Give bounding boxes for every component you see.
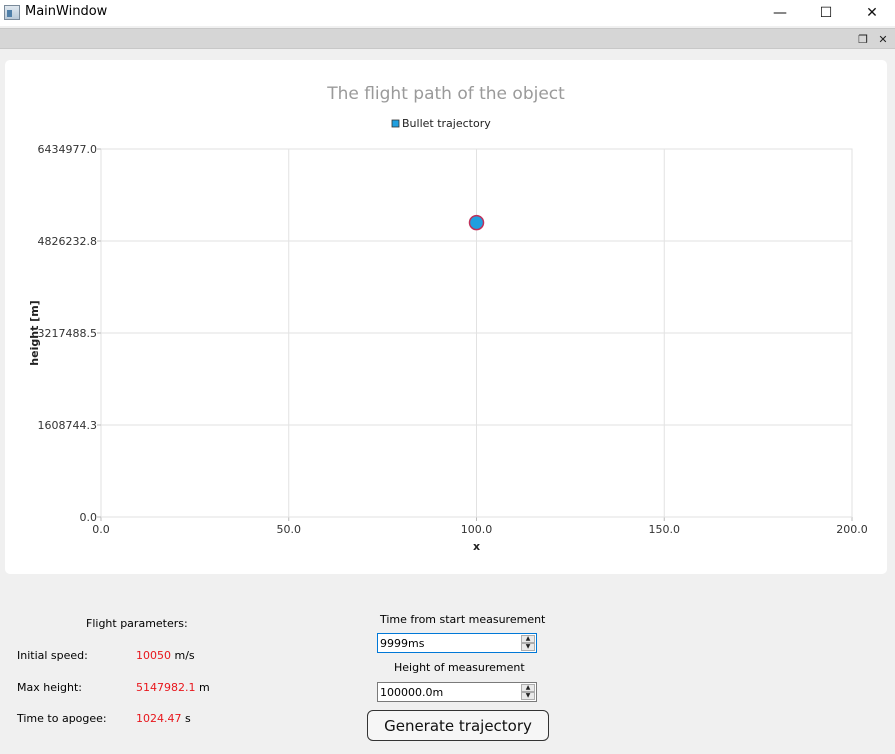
time-to-apogee-label: Time to apogee: — [17, 712, 107, 725]
max-height-value: 5147982.1 m — [136, 681, 210, 694]
initial-speed-unit: m/s — [174, 649, 195, 662]
time-to-apogee-unit: s — [185, 712, 191, 725]
data-point — [468, 214, 485, 231]
time-label: Time from start measurement — [380, 613, 546, 626]
time-down-arrow-icon[interactable]: ▼ — [521, 643, 535, 651]
x-tick-label: 100.0 — [461, 523, 493, 536]
legend-entry: Bullet trajectory — [402, 117, 491, 130]
legend-marker — [391, 119, 400, 128]
x-tick-label: 50.0 — [277, 523, 302, 536]
dock-title-bar: ❐ ✕ — [0, 28, 895, 49]
chart-panel: The flight path of the object Bullet traj… — [5, 60, 887, 574]
chart-title: The flight path of the object — [326, 84, 565, 104]
maximize-button[interactable]: ☐ — [803, 0, 849, 26]
max-height-number: 5147982.1 — [136, 681, 196, 694]
time-spinbox[interactable]: ▲ ▼ — [377, 633, 537, 653]
initial-speed-number: 10050 — [136, 649, 171, 662]
height-label: Height of measurement — [394, 661, 525, 674]
x-tick-label: 0.0 — [92, 523, 110, 536]
y-tick-label: 4826232.8 — [38, 235, 98, 248]
time-input[interactable] — [380, 635, 520, 651]
height-down-arrow-icon[interactable]: ▼ — [521, 692, 535, 700]
height-spin-buttons: ▲ ▼ — [521, 684, 535, 700]
window-title: MainWindow — [25, 4, 108, 19]
close-button[interactable]: ✕ — [849, 0, 895, 26]
time-spin-buttons: ▲ ▼ — [521, 635, 535, 651]
time-to-apogee-number: 1024.47 — [136, 712, 182, 725]
time-up-arrow-icon[interactable]: ▲ — [521, 635, 535, 643]
height-spinbox[interactable]: ▲ ▼ — [377, 682, 537, 702]
x-tick-label: 150.0 — [649, 523, 681, 536]
dock-float-icon[interactable]: ❐ — [855, 31, 871, 47]
y-axis-title: height [m] — [28, 300, 41, 365]
time-to-apogee-value: 1024.47 s — [136, 712, 191, 725]
max-height-label: Max height: — [17, 681, 83, 694]
x-tick-label: 200.0 — [836, 523, 868, 536]
initial-speed-label: Initial speed: — [17, 649, 88, 662]
title-bar: MainWindow — ☐ ✕ — [0, 0, 895, 26]
initial-speed-value: 10050 m/s — [136, 649, 195, 662]
dock-close-icon[interactable]: ✕ — [875, 31, 891, 47]
generate-trajectory-button[interactable]: Generate trajectory — [367, 710, 549, 741]
y-tick-label: 1608744.3 — [38, 419, 98, 432]
flight-params-title: Flight parameters: — [86, 617, 188, 630]
height-input[interactable] — [380, 684, 520, 700]
app-icon — [4, 5, 20, 20]
y-tick-label: 6434977.0 — [38, 143, 98, 156]
minimize-button[interactable]: — — [757, 0, 803, 26]
max-height-unit: m — [199, 681, 210, 694]
x-axis-title: x — [473, 540, 480, 553]
chart: The flight path of the object Bullet traj… — [28, 84, 868, 553]
y-tick-label: 3217488.5 — [38, 327, 98, 340]
y-tick-label: 0.0 — [80, 511, 98, 524]
height-up-arrow-icon[interactable]: ▲ — [521, 684, 535, 692]
